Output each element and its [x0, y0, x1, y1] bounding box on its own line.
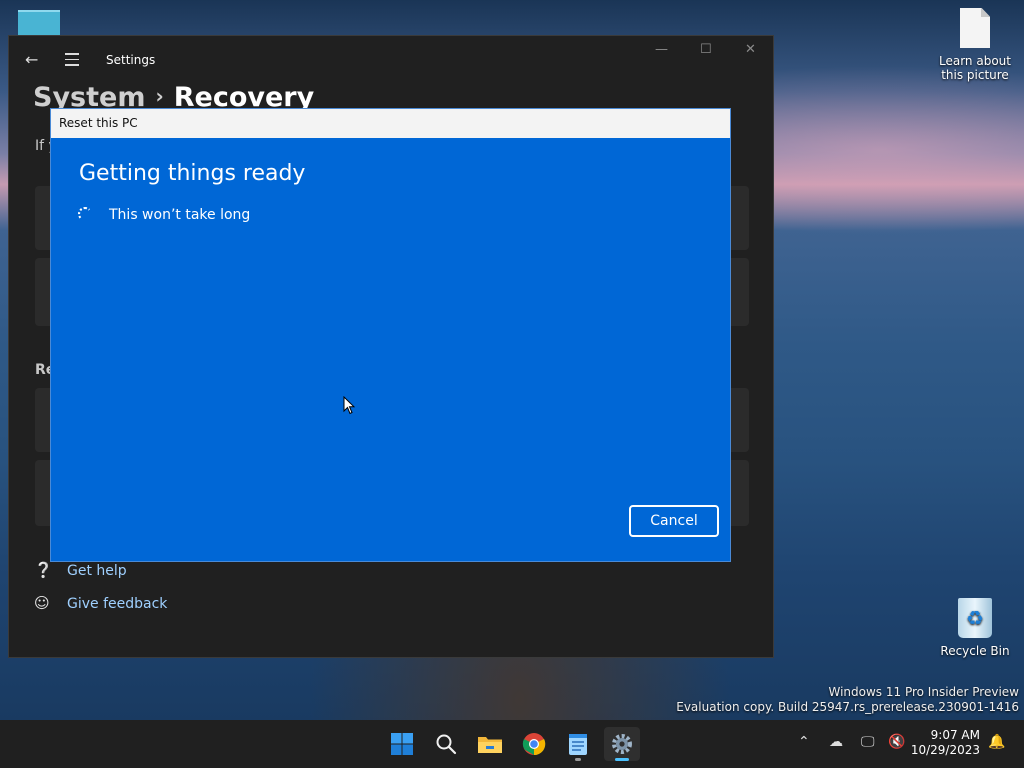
- show-hidden-icons-chevron-icon[interactable]: ⌃: [798, 734, 810, 750]
- clock-date: 10/29/2023: [910, 743, 980, 757]
- file-explorer-button[interactable]: [472, 727, 508, 761]
- give-feedback-link[interactable]: Give feedback: [67, 596, 167, 612]
- notepad-button[interactable]: [560, 727, 596, 761]
- window-title: Settings: [106, 53, 156, 67]
- clock-time: 9:07 AM: [930, 728, 980, 742]
- cancel-button[interactable]: Cancel: [629, 505, 719, 537]
- minimize-button[interactable]: —: [655, 42, 668, 57]
- windows-logo-icon: [391, 733, 413, 755]
- give-feedback-icon: ☺: [34, 594, 50, 612]
- dialog-heading: Getting things ready: [79, 161, 306, 186]
- folder-icon: [478, 737, 502, 753]
- loading-spinner-icon: [78, 207, 92, 221]
- watermark-line-1: Windows 11 Pro Insider Preview: [828, 685, 1019, 699]
- active-indicator: [615, 758, 629, 761]
- get-help-icon: ❔: [34, 561, 53, 579]
- reset-pc-dialog: Reset this PC Getting things ready This …: [50, 108, 731, 562]
- evaluation-watermark: Windows 11 Pro Insider Preview Evaluatio…: [676, 685, 1019, 715]
- network-icon[interactable]: 🖵: [861, 734, 875, 750]
- gear-icon: [612, 734, 632, 754]
- get-help-link[interactable]: Get help: [67, 563, 127, 579]
- back-arrow-icon[interactable]: ←: [25, 50, 38, 69]
- desktop-icon-label: Recycle Bin: [940, 644, 1010, 658]
- taskbar-clock[interactable]: 9:07 AM 10/29/2023: [911, 728, 980, 758]
- search-button[interactable]: [428, 727, 464, 761]
- hamburger-menu-icon[interactable]: [65, 53, 79, 70]
- running-indicator: [575, 758, 581, 761]
- chrome-icon: [522, 733, 546, 756]
- desktop-icon-label: Learn about this picture: [939, 54, 1011, 82]
- volume-muted-icon[interactable]: 🔇: [888, 734, 905, 750]
- desktop-folder-thumbnail[interactable]: [18, 10, 60, 38]
- settings-taskbar-button[interactable]: [604, 727, 640, 761]
- close-button[interactable]: ✕: [745, 42, 756, 57]
- breadcrumb-separator: ›: [155, 84, 164, 108]
- dialog-titlebar: Reset this PC: [51, 109, 730, 138]
- notification-bell-icon[interactable]: 🔔: [988, 734, 1005, 750]
- chrome-button[interactable]: [516, 727, 552, 761]
- recycle-bin-icon: ♻: [958, 598, 992, 638]
- maximize-button[interactable]: ☐: [700, 42, 712, 57]
- mouse-cursor-icon: [343, 396, 355, 415]
- dialog-status-text: This won’t take long: [109, 207, 251, 223]
- watermark-line-2: Evaluation copy. Build 25947.rs_prerelea…: [676, 700, 1019, 714]
- search-icon: [436, 734, 457, 755]
- document-icon: [960, 8, 990, 48]
- onedrive-cloud-icon[interactable]: ☁: [829, 734, 843, 750]
- learn-about-picture-desktop-icon[interactable]: Learn about this picture: [938, 8, 1012, 82]
- start-button[interactable]: [384, 727, 420, 761]
- notepad-icon: [569, 734, 587, 755]
- recycle-bin-desktop-icon[interactable]: ♻ Recycle Bin: [938, 598, 1012, 658]
